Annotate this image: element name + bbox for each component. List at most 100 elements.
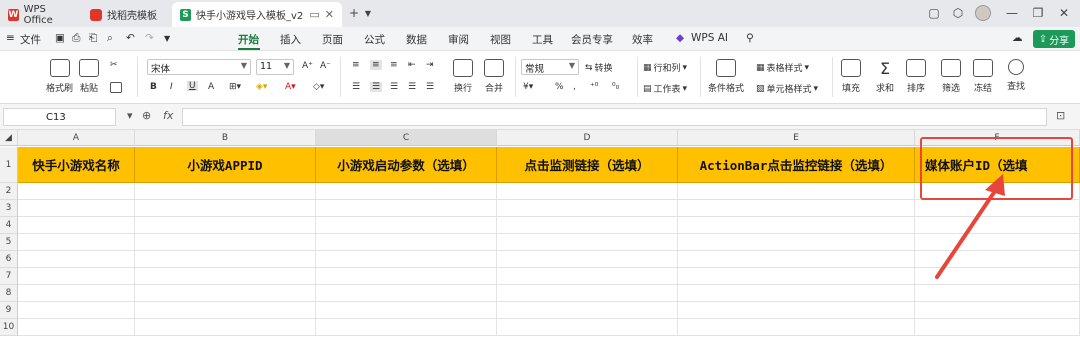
grid-cell[interactable] xyxy=(316,268,497,285)
align-middle-icon[interactable]: ≡ xyxy=(370,60,382,70)
chevron-down-icon[interactable]: ▾ xyxy=(127,109,133,122)
grid-cell[interactable] xyxy=(915,319,1080,336)
column-header-c[interactable]: C xyxy=(316,130,497,146)
grid-cell[interactable] xyxy=(678,251,915,268)
grid-cell[interactable] xyxy=(18,285,135,302)
fill-button[interactable]: 填充 xyxy=(841,59,861,94)
align-right-icon[interactable]: ☰ xyxy=(390,82,398,92)
grid-cell[interactable] xyxy=(497,234,678,251)
align-bottom-icon[interactable]: ≡ xyxy=(390,60,398,70)
menu-home[interactable]: 开始 xyxy=(238,32,259,47)
menu-file[interactable]: 文件 xyxy=(20,32,41,47)
avatar[interactable] xyxy=(975,5,991,21)
decrease-decimal-icon[interactable]: ⁰₀ xyxy=(612,82,619,92)
grid-cell[interactable] xyxy=(316,217,497,234)
font-color-icon[interactable]: A▾ xyxy=(285,82,296,92)
grid-cell[interactable] xyxy=(497,319,678,336)
grid-cell[interactable] xyxy=(316,285,497,302)
zoom-icon[interactable]: ⊕ xyxy=(142,109,151,122)
grid-cell[interactable] xyxy=(135,268,316,285)
save-icon[interactable]: ▣ xyxy=(55,32,65,44)
monitor-icon[interactable]: ▭ xyxy=(309,8,319,21)
format-painter-button[interactable]: 格式刷 xyxy=(46,59,73,94)
grid-cell[interactable] xyxy=(18,183,135,200)
undo-icon[interactable]: ↶ xyxy=(126,32,135,44)
menu-tools[interactable]: 工具 xyxy=(532,32,553,47)
fill-color-icon[interactable]: ◈▾ xyxy=(256,82,267,92)
row-header[interactable]: 1 xyxy=(0,147,18,183)
convert-button[interactable]: ⇆ 转换 xyxy=(585,61,613,75)
row-col-button[interactable]: ▦ 行和列 ▾ xyxy=(643,61,687,75)
grid-cell[interactable] xyxy=(497,217,678,234)
grid-cell[interactable] xyxy=(316,302,497,319)
grid-cell[interactable] xyxy=(678,285,915,302)
font-shrink-icon[interactable]: A⁻ xyxy=(320,61,331,71)
menu-formula[interactable]: 公式 xyxy=(364,32,385,47)
grid-cell[interactable] xyxy=(497,200,678,217)
wrap-button[interactable]: 换行 xyxy=(453,59,473,94)
menu-efficiency[interactable]: 效率 xyxy=(632,32,653,47)
grid-cell[interactable] xyxy=(18,251,135,268)
align-left-icon[interactable]: ☰ xyxy=(352,82,360,92)
column-header-b[interactable]: B xyxy=(135,130,316,146)
justify-icon[interactable]: ☰ xyxy=(408,82,416,92)
menu-view[interactable]: 视图 xyxy=(490,32,511,47)
row-header[interactable]: 10 xyxy=(0,319,18,336)
tab-find-templates[interactable]: 找稻壳模板 xyxy=(82,2,170,27)
grid-cell[interactable] xyxy=(316,200,497,217)
worksheet-button[interactable]: ▤ 工作表 ▾ xyxy=(643,82,687,96)
grid-cell[interactable] xyxy=(497,302,678,319)
font-grow-icon[interactable]: A⁺ xyxy=(302,61,313,71)
clear-icon[interactable]: ◇▾ xyxy=(313,82,324,92)
menu-page[interactable]: 页面 xyxy=(322,32,343,47)
grid-cell[interactable] xyxy=(678,234,915,251)
strikethrough-icon[interactable]: A xyxy=(208,82,214,92)
grid-cell[interactable] xyxy=(678,302,915,319)
grid-cell[interactable] xyxy=(678,217,915,234)
row-header[interactable]: 4 xyxy=(0,217,18,234)
column-header-d[interactable]: D xyxy=(497,130,678,146)
cut-icon[interactable]: ✂ xyxy=(110,60,118,70)
cell-style-button[interactable]: ▧ 单元格样式 ▾ xyxy=(756,82,818,96)
print-icon[interactable]: ⎗ xyxy=(89,32,97,45)
grid-cell[interactable] xyxy=(915,302,1080,319)
row-header[interactable]: 8 xyxy=(0,285,18,302)
number-format-select[interactable]: 常规 ▼ xyxy=(521,59,579,75)
grid-cell[interactable] xyxy=(135,200,316,217)
row-header[interactable]: 6 xyxy=(0,251,18,268)
chevron-down-icon[interactable]: ▼ xyxy=(361,6,375,20)
grid-cell[interactable] xyxy=(135,319,316,336)
preview-icon[interactable]: ⌕ xyxy=(107,32,113,45)
align-center-icon[interactable]: ☰ xyxy=(370,82,383,92)
grid-cell[interactable] xyxy=(497,251,678,268)
fx-icon[interactable]: fx xyxy=(163,109,173,122)
font-size-select[interactable]: 11 ▼ xyxy=(256,59,294,75)
expand-icon[interactable]: ⊡ xyxy=(1056,109,1065,122)
new-tab-icon[interactable]: + xyxy=(347,6,361,20)
grid-cell[interactable] xyxy=(18,234,135,251)
restore-icon[interactable]: ❐ xyxy=(1031,6,1045,20)
header-cell-a1[interactable]: 快手小游戏名称 xyxy=(18,147,135,183)
conditional-format-button[interactable]: 条件格式 xyxy=(708,59,744,94)
grid-cell[interactable] xyxy=(18,302,135,319)
sum-button[interactable]: Σ 求和 xyxy=(875,59,895,94)
grid-cell[interactable] xyxy=(135,251,316,268)
grid-cell[interactable] xyxy=(18,319,135,336)
grid-cell[interactable] xyxy=(678,183,915,200)
row-header[interactable]: 3 xyxy=(0,200,18,217)
menu-member[interactable]: 会员专享 xyxy=(571,32,613,47)
header-cell-d1[interactable]: 点击监测链接（选填） xyxy=(497,147,678,183)
menu-insert[interactable]: 插入 xyxy=(280,32,301,47)
column-header-e[interactable]: E xyxy=(678,130,915,146)
merge-button[interactable]: 合并 xyxy=(484,59,504,94)
grid-cell[interactable] xyxy=(678,268,915,285)
font-name-select[interactable]: 宋体 ▼ xyxy=(147,59,251,75)
close-window-icon[interactable]: ✕ xyxy=(1057,6,1071,20)
grid-cell[interactable] xyxy=(316,234,497,251)
copy-icon[interactable] xyxy=(110,82,122,93)
menu-wps-ai[interactable]: WPS AI xyxy=(691,32,728,44)
tab-active-sheet[interactable]: S 快手小游戏导入模板_v20250 ▭ ✕ xyxy=(172,2,342,27)
filter-button[interactable]: 筛选 xyxy=(941,59,961,94)
grid-cell[interactable] xyxy=(135,285,316,302)
grid-cell[interactable] xyxy=(18,200,135,217)
